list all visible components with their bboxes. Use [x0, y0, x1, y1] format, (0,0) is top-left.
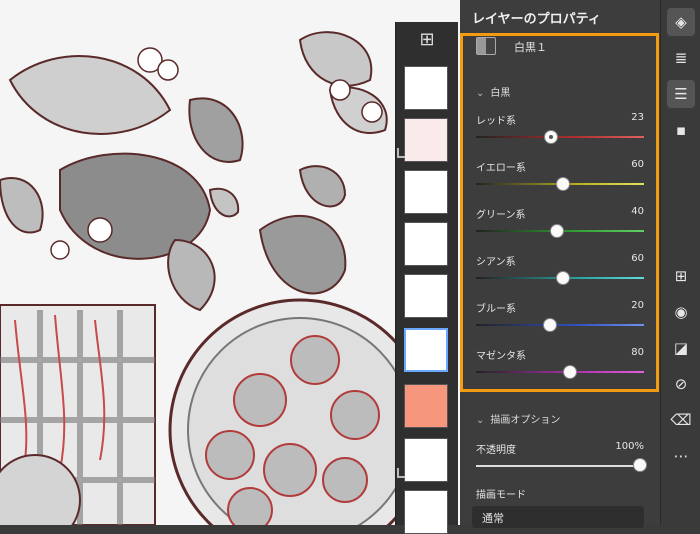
- layer-thumbnail[interactable]: [404, 118, 448, 162]
- layer-thumbnail[interactable]: [404, 274, 448, 318]
- layers-icon[interactable]: ◈: [667, 8, 695, 36]
- color-slider-knob[interactable]: [556, 177, 571, 191]
- bw-section-header[interactable]: ⌄ 白黒: [476, 84, 510, 99]
- slider-value: 40: [631, 206, 644, 217]
- slider-value: 80: [631, 347, 644, 358]
- draw-options-header[interactable]: ⌄ 描画オプション: [476, 411, 560, 426]
- more-icon[interactable]: ⋯: [667, 442, 695, 470]
- eraser-icon[interactable]: ⌫: [667, 406, 695, 434]
- artwork-canvas[interactable]: [0, 0, 460, 525]
- layer-thumbnail-selected[interactable]: [404, 328, 448, 372]
- color-slider-knob[interactable]: [549, 224, 564, 238]
- color-slider-track[interactable]: [476, 318, 644, 332]
- slider-value: 60: [631, 253, 644, 264]
- slider-value: 23: [631, 112, 644, 123]
- adjustment-layer-icon: [476, 37, 496, 55]
- color-slider-knob[interactable]: [542, 318, 557, 332]
- color-slider-track[interactable]: [476, 271, 644, 285]
- opacity-label: 不透明度: [476, 445, 516, 456]
- opacity-value: 100%: [615, 441, 644, 452]
- layer-thumbnail[interactable]: [404, 438, 448, 482]
- chevron-down-icon: ⌄: [476, 415, 485, 426]
- properties-sliders-icon[interactable]: ☰: [667, 80, 695, 108]
- slider-label: シアン系: [476, 257, 516, 268]
- color-slider-track[interactable]: [476, 130, 644, 144]
- layer-thumbnail[interactable]: [404, 490, 448, 534]
- panel-title: レイヤーのプロパティ: [472, 12, 601, 27]
- color-slider-knob[interactable]: [556, 271, 571, 285]
- lock-icon[interactable]: ⊘: [667, 370, 695, 398]
- color-slider-track[interactable]: [476, 224, 644, 238]
- clipping-icon: [397, 468, 405, 478]
- opacity-slider[interactable]: [476, 458, 647, 472]
- mask-icon[interactable]: ◪: [667, 334, 695, 362]
- layer-properties-panel: レイヤーのプロパティ 白黒１ ⌄ 白黒 レッド系 23 イエロー系 60 グリーン系 40 シ…: [460, 0, 660, 528]
- color-slider-knob[interactable]: [543, 130, 558, 144]
- color-slider-knob[interactable]: [563, 365, 578, 379]
- color-slider-track[interactable]: [476, 177, 644, 191]
- chevron-down-icon: ⌄: [482, 509, 491, 520]
- layer-thumbnail[interactable]: [404, 384, 448, 428]
- add-layer-icon[interactable]: ⊞: [667, 262, 695, 290]
- slider-label: グリーン系: [476, 210, 526, 221]
- layer-row[interactable]: 白黒１: [460, 32, 660, 62]
- slider-value: 20: [631, 300, 644, 311]
- layer-name: 白黒１: [514, 41, 547, 54]
- bw-section-title: 白黒: [490, 88, 511, 99]
- blend-mode-label: 描画モード: [476, 490, 526, 501]
- slider-label: レッド系: [476, 116, 516, 127]
- color-slider-track[interactable]: [476, 365, 644, 379]
- layers-panel: ⊞: [395, 22, 458, 534]
- draw-options-title: 描画オプション: [490, 415, 561, 426]
- layer-thumbnail[interactable]: [404, 170, 448, 214]
- comment-icon[interactable]: ▪: [667, 116, 695, 144]
- slider-label: マゼンタ系: [476, 351, 526, 362]
- layer-thumbnail[interactable]: [404, 222, 448, 266]
- layer-stack-add-icon[interactable]: ≣: [667, 44, 695, 72]
- layer-thumbnail[interactable]: [404, 66, 448, 110]
- artwork-illustration: [0, 0, 460, 525]
- visibility-eye-icon[interactable]: ◉: [667, 298, 695, 326]
- right-toolbar: ◈ ≣ ☰ ▪ ⊞ ◉ ◪ ⊘ ⌫ ⋯: [660, 0, 700, 525]
- add-layer-icon[interactable]: ⊞: [415, 28, 439, 52]
- slider-label: ブルー系: [476, 304, 516, 315]
- chevron-down-icon: ⌄: [476, 88, 485, 99]
- slider-label: イエロー系: [476, 163, 526, 174]
- opacity-slider-knob[interactable]: [633, 458, 647, 472]
- clipping-icon: [397, 148, 405, 158]
- slider-value: 60: [631, 159, 644, 170]
